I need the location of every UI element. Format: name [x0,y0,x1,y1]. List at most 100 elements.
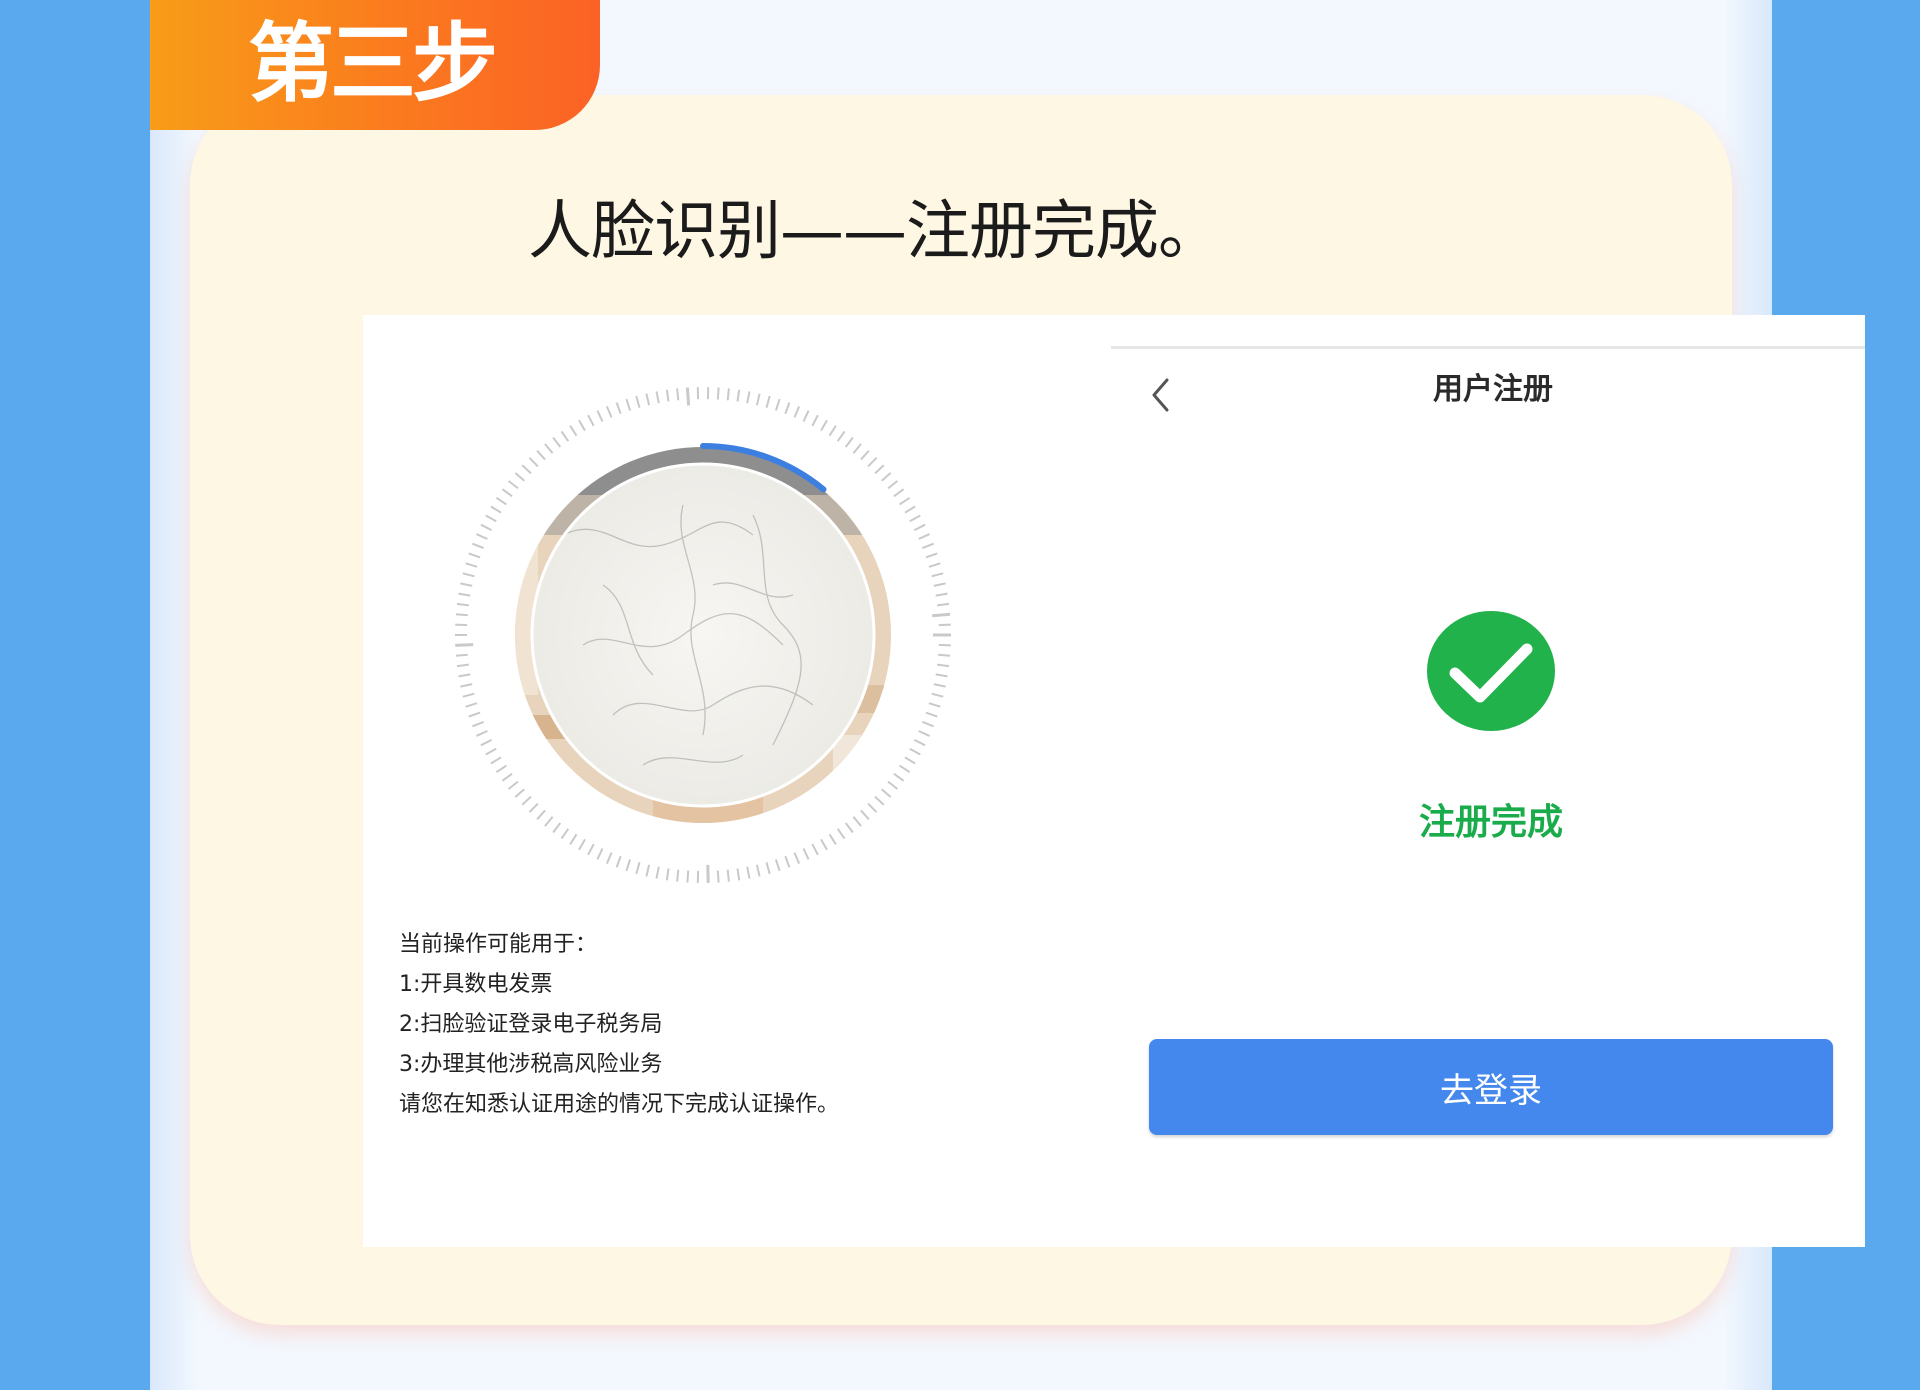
status-bar-divider [1111,346,1865,349]
scan-tick [881,788,892,798]
scan-tick [746,391,751,404]
scan-tick [755,864,761,877]
scan-tick [468,711,481,718]
scan-tick [736,389,741,402]
scan-tick [685,387,691,406]
scan-tick [874,795,885,806]
face-recognition-screen: 当前操作可能用于： 1:开具数电发票 2:扫脸验证登录电子税务局 3:办理其他涉… [363,315,1098,1247]
scan-tick [918,533,931,540]
scan-tick [784,855,791,868]
scan-tick [605,852,613,864]
scan-tick [490,756,502,765]
step-heading: 人脸识别——注册完成。 [528,195,1222,269]
scan-tick [475,730,488,737]
scan-tick [455,613,468,617]
status-text: 注册完成 [1418,802,1563,843]
step-label: 第三步 [248,14,498,114]
scan-tick [490,505,502,514]
scan-tick [655,391,660,404]
scan-tick [536,450,546,461]
login-button[interactable]: 去登录 [1149,1039,1833,1135]
scan-tick [665,389,670,402]
scan-tick [928,702,941,708]
scan-tick [887,780,899,790]
scan-tick [887,480,899,490]
scan-tick [793,406,801,418]
scan-tick [569,425,578,437]
scan-tick [645,393,651,406]
screenshot-panel: 当前操作可能用于： 1:开具数电发票 2:扫脸验证登录电子税务局 3:办理其他涉… [363,315,1865,1247]
scan-tick [536,809,546,820]
scan-tick [844,436,854,448]
usage-note: 1:开具数电发票 [399,972,553,997]
scan-tick [465,702,478,708]
scan-tick [852,816,862,827]
scan-tick [793,852,801,864]
scan-tick [578,419,586,432]
scan-tick [625,398,632,411]
scan-tick [935,592,948,597]
scan-tick [560,430,570,442]
scan-tick [587,414,595,427]
scan-tick [552,822,562,834]
scan-tick [495,496,507,506]
scan-tick [726,869,730,882]
scan-tick [913,739,926,747]
scan-tick [867,802,878,813]
scan-tick [802,848,810,860]
scan-tick [867,457,878,468]
usage-notes: 当前操作可能用于： 1:开具数电发票 2:扫脸验证登录电子税务局 3:办理其他涉… [399,925,839,1125]
scan-tick [456,663,470,668]
scan-tick [936,602,950,607]
scan-tick [472,542,484,550]
usage-note: 请您在知悉认证用途的情况下完成认证操作。 [399,1092,840,1117]
scan-tick [521,795,532,806]
scan-tick [587,843,595,856]
scan-tick [936,663,950,668]
scan-tick [501,488,513,498]
scan-tick [828,833,837,845]
scan-tick [922,720,934,728]
scan-tick [625,859,632,872]
scan-tick [596,410,604,422]
scan-tick [918,730,931,737]
page: 第三步 人脸识别——注册完成。 当前操作可能用于： 1:开具数电发票 2:扫脸验… [150,0,1865,1390]
scan-tick [456,602,470,607]
scan-tick [881,472,892,482]
scan-tick [472,720,484,728]
scan-tick [913,523,926,531]
scan-tick [899,496,911,506]
register-complete-screen: 用户注册 注册完成 去登录 [1111,315,1865,1247]
scan-tick [736,868,741,881]
scan-tick [746,866,751,879]
scan-tick [458,673,471,678]
scan-tick [552,436,562,448]
scan-tick [676,388,680,401]
check-circle-icon [1427,611,1555,731]
scan-tick [925,711,938,718]
scan-tick [460,582,473,587]
scan-tick [716,870,720,883]
scan-tick [933,683,946,688]
scan-tick [578,838,586,851]
scan-tick [475,533,488,540]
scan-tick [615,402,622,415]
scan-tick [828,425,837,437]
scan-tick [811,414,819,427]
scan-tick [514,788,525,798]
scan-tick [635,395,641,408]
scan-tick [836,828,846,840]
page-title: 用户注册 [1433,372,1553,407]
face-image [532,464,874,806]
scan-tick [938,643,951,647]
scan-tick [811,843,819,856]
scan-tick [893,772,905,782]
scan-tick [560,828,570,840]
scan-tick [569,833,578,845]
scan-tick [596,848,604,860]
scan-tick [904,756,916,765]
scan-tick [686,870,690,883]
scan-tick [507,780,519,790]
scan-tick [480,523,493,531]
scan-tick [802,410,810,422]
